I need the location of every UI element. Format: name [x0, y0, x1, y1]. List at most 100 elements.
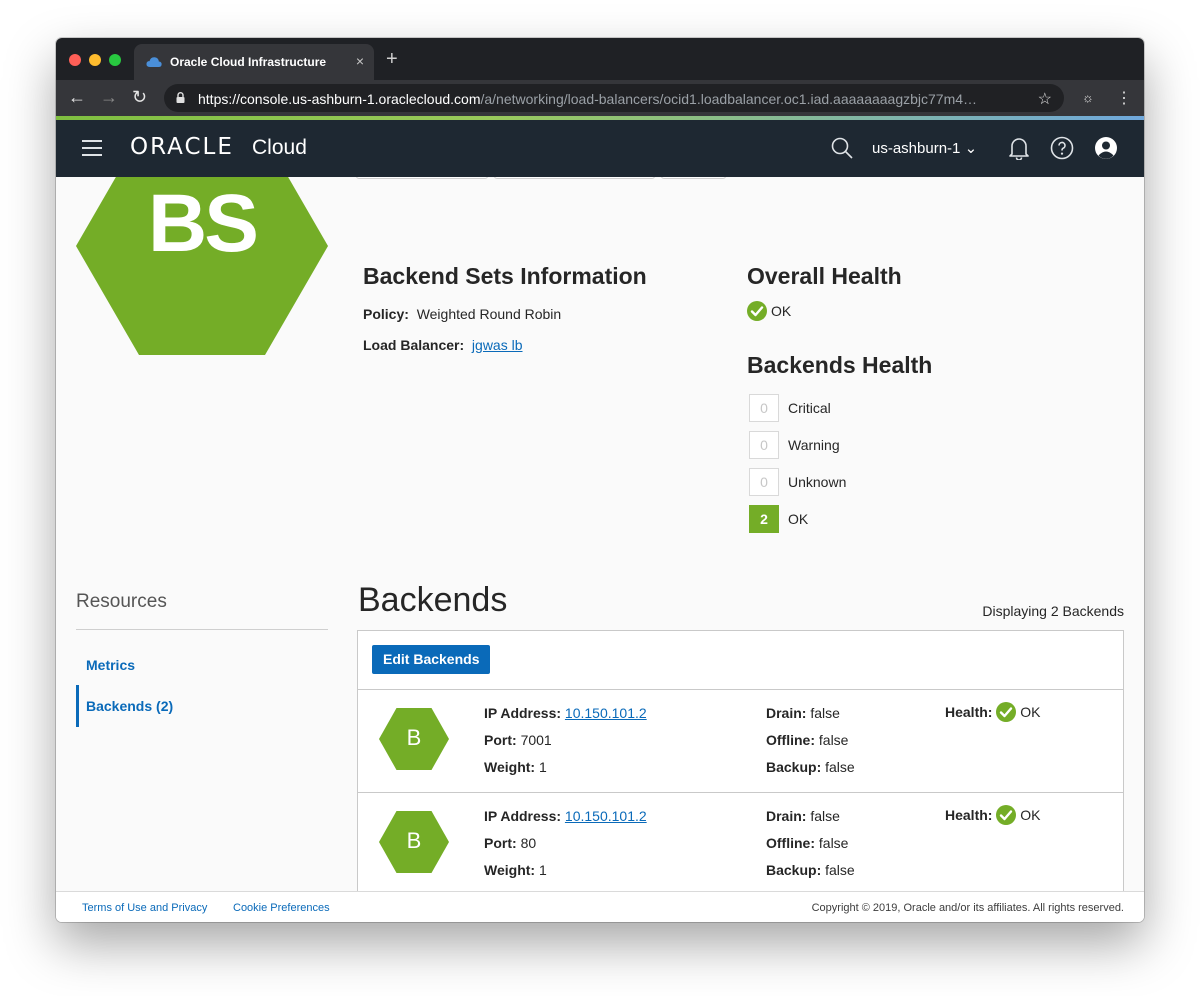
region-selector[interactable]: us-ashburn-1 ⌄ — [872, 139, 977, 157]
health-field: Health: OK — [945, 805, 1040, 825]
offline-field: Offline: false — [766, 835, 848, 851]
bell-icon[interactable] — [1008, 136, 1030, 160]
star-icon[interactable]: ☆ — [1038, 89, 1052, 109]
cloud-icon — [146, 57, 162, 67]
url-path: /a/networking/load-balancers/ocid1.loadb… — [480, 91, 978, 107]
close-tab-icon[interactable]: × — [356, 53, 364, 69]
console-header: ORACLE Cloud us-ashburn-1 ⌄ — [56, 120, 1144, 177]
maximize-window-button[interactable] — [109, 54, 121, 66]
drain-value: false — [810, 705, 840, 721]
port-value: 80 — [520, 835, 537, 851]
drain-field: Drain: false — [766, 705, 840, 721]
lock-icon — [176, 92, 185, 103]
count-label: Unknown — [788, 474, 847, 490]
resource-item-metrics[interactable]: Metrics — [86, 657, 135, 673]
incognito-icon[interactable]: ☼ — [1082, 90, 1094, 105]
port-field: Port: 7001 — [484, 732, 552, 748]
weight-field: Weight: 1 — [484, 759, 547, 775]
browser-tab[interactable]: Oracle Cloud Infrastructure × — [134, 44, 374, 80]
reload-icon[interactable]: ↻ — [132, 87, 147, 108]
url-text: https://console.us-ashburn-1.oraclecloud… — [198, 91, 998, 107]
policy-field: Policy: Weighted Round Robin — [363, 306, 561, 322]
backend-badge: B — [379, 708, 449, 770]
page-footer: Terms of Use and Privacy Cookie Preferen… — [56, 891, 1144, 922]
count-badge: 0 — [749, 394, 779, 422]
load-balancer-link[interactable]: jgwas lb — [472, 337, 523, 353]
weight-value: 1 — [538, 862, 547, 878]
backends-title: Backends — [358, 581, 508, 619]
policy-value: Weighted Round Robin — [416, 306, 562, 322]
offline-value: false — [818, 732, 849, 748]
count-label: Critical — [788, 400, 831, 416]
health-label: Health: — [945, 704, 993, 720]
ip-label: IP Address: — [484, 808, 562, 824]
badge-text: B — [406, 828, 422, 853]
action-button-clipped[interactable] — [494, 177, 655, 179]
copyright-text: Copyright © 2019, Oracle and/or its affi… — [811, 902, 1124, 914]
load-balancer-field: Load Balancer: jgwas lb — [363, 337, 523, 353]
oracle-logo[interactable]: ORACLE — [130, 134, 234, 160]
backup-value: false — [825, 759, 855, 775]
action-button-clipped[interactable] — [356, 177, 488, 179]
browser-window: Oracle Cloud Infrastructure × + ← → ↻ ht… — [56, 38, 1144, 922]
backup-label: Backup: — [766, 759, 822, 775]
forward-icon[interactable]: → — [100, 87, 118, 108]
cookie-preferences-link[interactable]: Cookie Preferences — [233, 902, 330, 914]
backup-field: Backup: false — [766, 862, 855, 878]
count-badge: 0 — [749, 431, 779, 459]
minimize-window-button[interactable] — [89, 54, 101, 66]
weight-value: 1 — [538, 759, 547, 775]
port-label: Port: — [484, 835, 517, 851]
drain-label: Drain: — [766, 705, 807, 721]
ip-field: IP Address: 10.150.101.2 — [484, 705, 647, 721]
tab-title: Oracle Cloud Infrastructure — [170, 55, 327, 69]
overall-health-value: OK — [771, 303, 792, 319]
action-button-clipped[interactable] — [661, 177, 726, 179]
backend-set-badge: BS — [76, 177, 328, 355]
weight-field: Weight: 1 — [484, 862, 547, 878]
overall-health-title: Overall Health — [747, 263, 902, 289]
address-bar[interactable]: https://console.us-ashburn-1.oraclecloud… — [164, 84, 1064, 112]
offline-field: Offline: false — [766, 732, 848, 748]
ip-link[interactable]: 10.150.101.2 — [565, 705, 647, 721]
health-value: OK — [1020, 704, 1041, 720]
check-circle-icon — [996, 805, 1017, 825]
menu-icon[interactable]: ⋮ — [1116, 88, 1132, 108]
help-icon[interactable] — [1050, 136, 1074, 160]
cloud-logo-text: Cloud — [252, 136, 307, 159]
badge-text: BS — [148, 178, 259, 269]
drain-field: Drain: false — [766, 808, 840, 824]
backup-label: Backup: — [766, 862, 822, 878]
back-icon[interactable]: ← — [68, 87, 86, 108]
hamburger-menu-icon[interactable] — [82, 140, 102, 156]
load-balancer-label: Load Balancer: — [363, 337, 465, 353]
divider — [76, 629, 328, 630]
ip-link[interactable]: 10.150.101.2 — [565, 808, 647, 824]
policy-label: Policy: — [363, 306, 409, 322]
health-value: OK — [1020, 807, 1041, 823]
ip-label: IP Address: — [484, 705, 562, 721]
new-tab-button[interactable]: + — [386, 48, 398, 71]
health-label: Health: — [945, 807, 993, 823]
search-icon[interactable] — [830, 136, 854, 160]
url-host: https://console.us-ashburn-1.oraclecloud… — [198, 91, 481, 107]
region-label: us-ashburn-1 — [872, 140, 961, 157]
browser-toolbar: ← → ↻ https://console.us-ashburn-1.oracl… — [56, 80, 1144, 116]
table-row: B IP Address: 10.150.101.2 Port: 7001 We… — [358, 689, 1123, 792]
count-badge: 0 — [749, 468, 779, 496]
offline-value: false — [818, 835, 849, 851]
offline-label: Offline: — [766, 835, 815, 851]
count-badge: 2 — [749, 505, 779, 533]
overall-health-status: OK — [747, 301, 791, 321]
resource-item-backends[interactable]: Backends (2) — [86, 698, 173, 714]
close-window-button[interactable] — [69, 54, 81, 66]
port-value: 7001 — [520, 732, 552, 748]
terms-link[interactable]: Terms of Use and Privacy — [82, 902, 207, 914]
info-title: Backend Sets Information — [363, 263, 647, 289]
backup-value: false — [825, 862, 855, 878]
port-label: Port: — [484, 732, 517, 748]
drain-value: false — [810, 808, 840, 824]
health-field: Health: OK — [945, 702, 1040, 722]
edit-backends-button[interactable]: Edit Backends — [372, 645, 491, 674]
user-avatar-icon[interactable] — [1094, 136, 1118, 160]
